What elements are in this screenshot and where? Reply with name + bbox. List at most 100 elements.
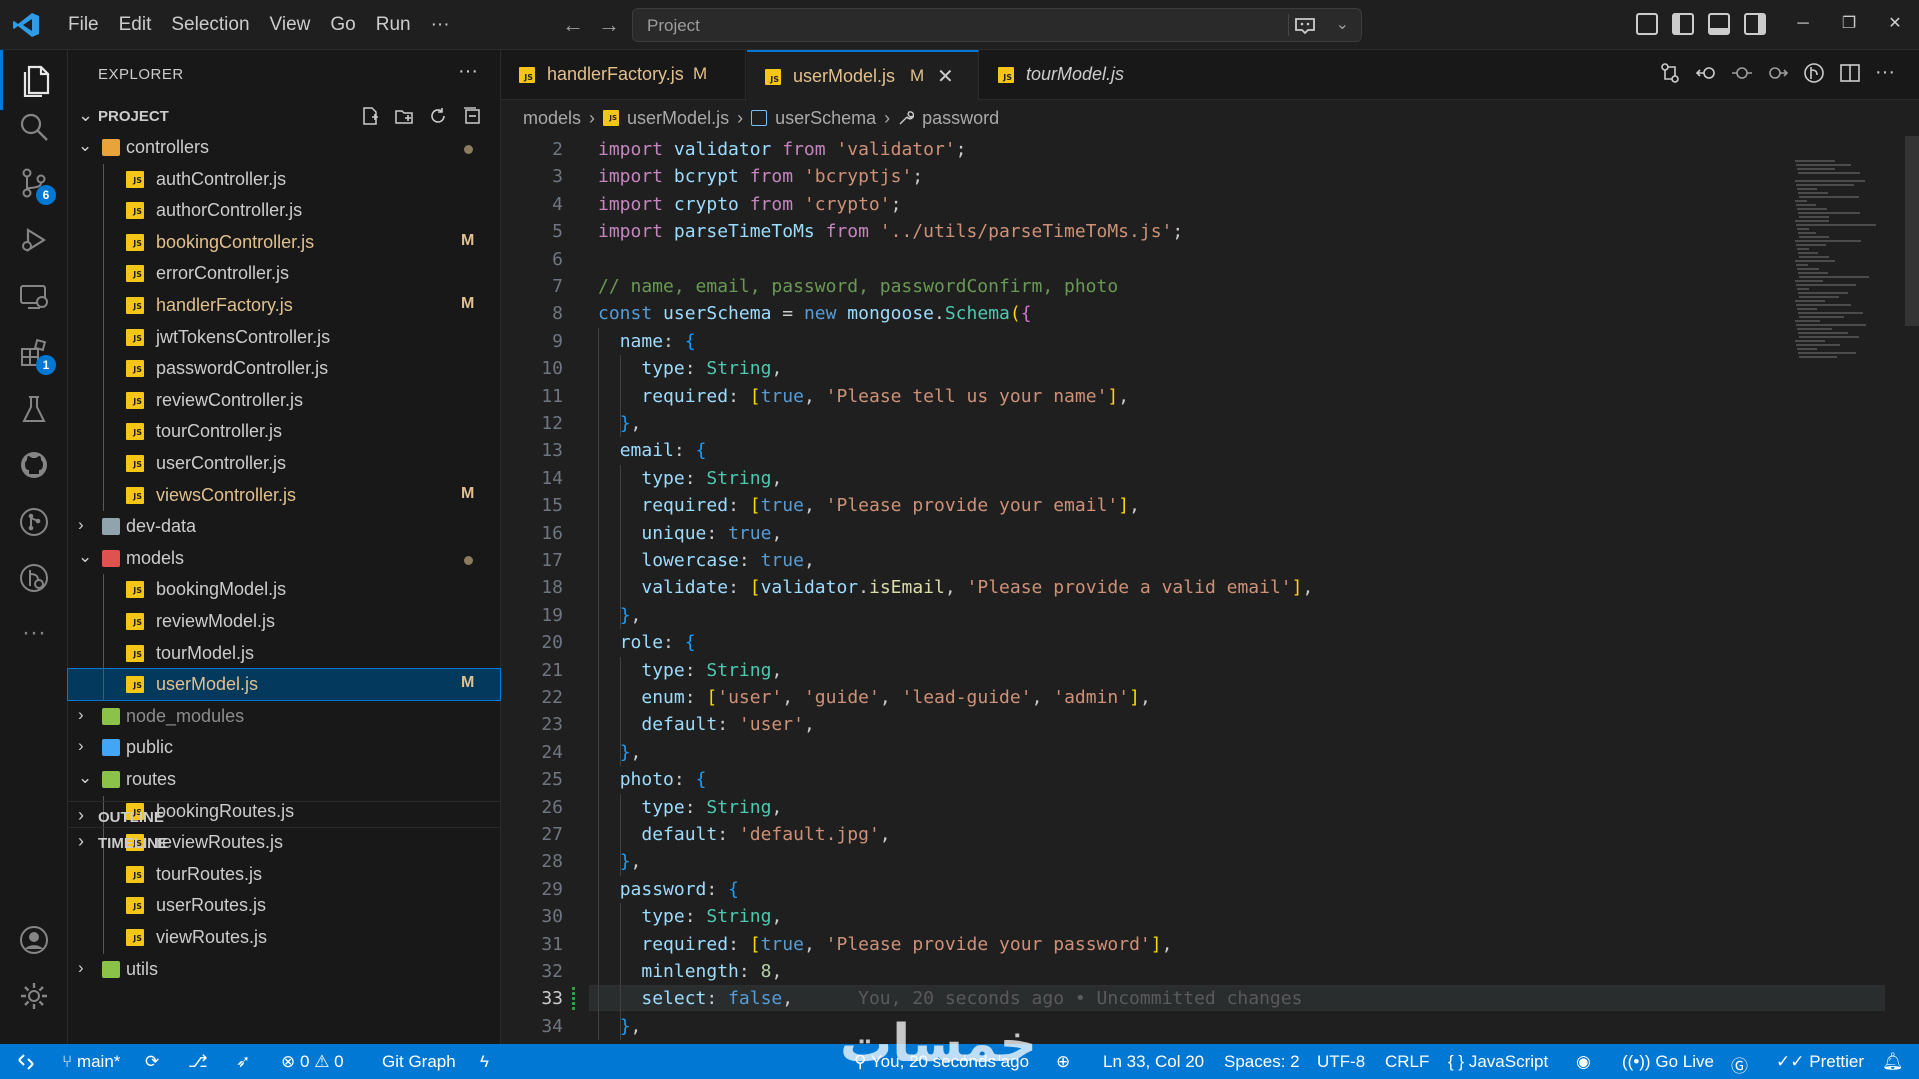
menu-file[interactable]: File [58,14,109,36]
menu-more[interactable]: ··· [421,14,460,36]
menu-view[interactable]: View [260,14,321,36]
code-line[interactable]: 34 }, [501,1013,1891,1040]
indentation[interactable]: Spaces: 2 [1224,1052,1300,1072]
accounts-activity[interactable] [0,910,68,970]
github-activity[interactable] [0,435,68,495]
code-line[interactable]: 18 validate: [validator.isEmail, 'Please… [501,574,1891,601]
tree-file[interactable]: JS userController.js [68,448,500,479]
code-line[interactable]: 12 }, [501,410,1891,437]
customize-layout-icon[interactable] [1636,13,1658,35]
tree-file[interactable]: JS userRoutes.js [68,890,500,921]
toggle-panel-icon[interactable] [1708,13,1730,35]
code-line[interactable]: 7 // name, email, password, passwordConfi… [501,273,1891,300]
notifications-bell-icon[interactable]: 🔔︎ [1882,1052,1904,1072]
go-forward-change-icon[interactable] [1767,62,1789,84]
lightning-icon[interactable]: ϟ [480,1052,489,1072]
more-activity[interactable]: ··· [0,603,68,663]
timeline-section-header[interactable]: › TIMELINE [68,827,500,857]
tree-file[interactable]: JS viewRoutes.js [68,922,500,953]
code-line[interactable]: 4 import crypto from 'crypto'; [501,191,1891,218]
tree-file[interactable]: JS handlerFactory.js M [68,290,500,321]
menu-go[interactable]: Go [320,14,365,36]
scrollbar-thumb[interactable] [1905,136,1919,326]
git-graph-activity[interactable] [0,492,68,552]
code-line[interactable]: 6 [501,246,1891,273]
commit-icon[interactable] [1731,62,1753,84]
code-line[interactable]: 27 default: 'default.jpg', [501,821,1891,848]
forward-arrow-icon[interactable]: → [596,12,622,38]
compare-changes-icon[interactable] [1659,62,1681,84]
testing-activity[interactable] [0,379,68,439]
tree-folder[interactable]: › dev-data [68,511,500,542]
code-line[interactable]: 33 select: false, You, 20 seconds ago • … [501,985,1891,1012]
zoom-icon[interactable]: ⊕ [1056,1052,1070,1072]
tree-folder[interactable]: › public [68,732,500,763]
breadcrumb-property[interactable]: password [922,108,999,129]
collapse-all-icon[interactable] [462,106,482,126]
git-graph-button[interactable]: Git Graph [382,1052,456,1072]
restore-icon[interactable]: ❐ [1826,0,1872,50]
code-line[interactable]: 17 lowercase: true, [501,547,1891,574]
tab-user-model[interactable]: JS userModel.js M ✕ [747,50,979,100]
code-line[interactable]: 13 email: { [501,437,1891,464]
tree-file[interactable]: JS bookingModel.js [68,574,500,605]
close-icon[interactable]: ✕ [937,64,954,89]
language-mode[interactable]: { } JavaScript [1448,1052,1548,1072]
prettier-item[interactable]: ✓✓ Prettier [1776,1052,1864,1072]
more-actions-icon[interactable]: ··· [1875,62,1897,84]
source-control-activity[interactable]: 6 [0,153,68,213]
tree-file[interactable]: JS jwtTokensController.js [68,322,500,353]
gitlens-activity[interactable] [0,548,68,608]
run-debug-activity[interactable] [0,210,68,270]
minimize-icon[interactable]: ─ [1780,0,1826,50]
tree-file[interactable]: JS authorController.js [68,195,500,226]
code-line[interactable]: 15 required: [true, 'Please provide your… [501,492,1891,519]
tab-tour-model[interactable]: JS tourModel.js [980,50,1140,100]
menu-selection[interactable]: Selection [161,14,259,36]
code-line[interactable]: 28 }, [501,848,1891,875]
tree-folder[interactable]: ⌄ controllers [68,132,500,163]
close-window-icon[interactable]: ✕ [1872,0,1918,50]
go-live-item[interactable]: ((•)) Go Live [1622,1052,1714,1072]
new-folder-icon[interactable] [394,106,414,126]
new-file-icon[interactable] [360,106,380,126]
code-line[interactable]: 14 type: String, [501,465,1891,492]
copilot-icon[interactable] [1293,15,1317,35]
breadcrumb-file[interactable]: userModel.js [627,108,729,129]
branch-item[interactable]: ⑂ main* [62,1052,120,1072]
go-back-change-icon[interactable] [1695,62,1717,84]
code-line[interactable]: 16 unique: true, [501,520,1891,547]
toggle-primary-sidebar-icon[interactable] [1672,13,1694,35]
manage-activity[interactable] [0,966,68,1026]
code-line[interactable]: 19 }, [501,602,1891,629]
tree-file[interactable]: JS viewsController.js M [68,480,500,511]
minimap[interactable] [1791,136,1891,1044]
live-share-icon[interactable]: ➶ [236,1052,250,1072]
tree-folder[interactable]: ⌄ models [68,543,500,574]
tree-folder[interactable]: › node_modules [68,701,500,732]
end-of-line[interactable]: CRLF [1385,1052,1429,1072]
search-activity[interactable] [0,97,68,157]
code-line[interactable]: 25 photo: { [501,766,1891,793]
copilot-status-icon[interactable]: ◉ [1576,1052,1591,1072]
sidebar-more-button[interactable]: ··· [458,60,478,83]
split-editor-icon[interactable] [1839,62,1861,84]
tree-file[interactable]: JS userModel.js M [67,668,501,702]
code-line[interactable]: 3 import bcrypt from 'bcryptjs'; [501,163,1891,190]
sync-icon[interactable]: ⟳ [145,1052,159,1072]
code-line[interactable]: 21 type: String, [501,657,1891,684]
publish-icon[interactable]: ⎇ [188,1052,208,1072]
code-line[interactable]: 5 import parseTimeToMs from '../utils/par… [501,218,1891,245]
breadcrumb-symbol[interactable]: userSchema [775,108,876,129]
tree-file[interactable]: JS reviewModel.js [68,606,500,637]
breadcrumb-folder[interactable]: models [523,108,581,129]
vertical-scrollbar[interactable] [1905,136,1919,1044]
code-line[interactable]: 24 }, [501,739,1891,766]
code-line[interactable]: 30 type: String, [501,903,1891,930]
code-line[interactable]: 8 const userSchema = new mongoose.Schema(… [501,300,1891,327]
code-line[interactable]: 11 required: [true, 'Please tell us your… [501,383,1891,410]
menu-edit[interactable]: Edit [109,14,162,36]
command-center-search[interactable]: Project ⌄ [632,8,1362,42]
encoding[interactable]: UTF-8 [1317,1052,1365,1072]
tree-file[interactable]: JS passwordController.js [68,353,500,384]
